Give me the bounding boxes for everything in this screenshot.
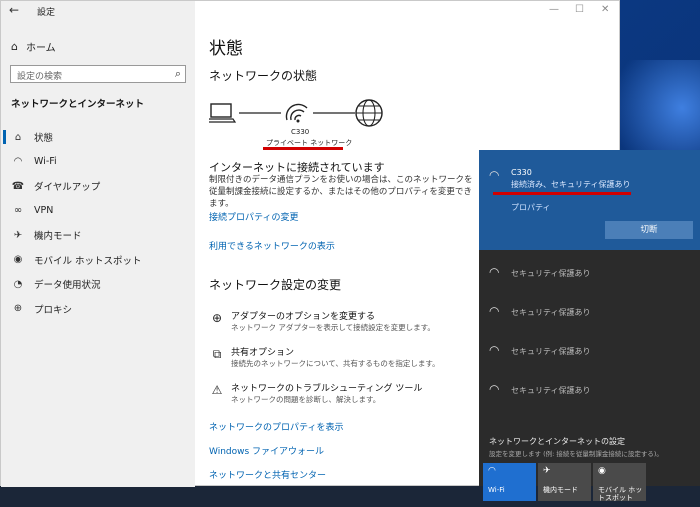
sidebar-item-proxy[interactable]: ⊕ プロキシ	[1, 299, 195, 319]
sidebar-item-wifi[interactable]: ◠ Wi-Fi	[1, 152, 195, 172]
network-ssid: C330	[291, 128, 310, 136]
vpn-icon: ∞	[13, 205, 23, 216]
network-list-item[interactable]: ◠ セキュリティ保護あり	[479, 332, 700, 370]
sidebar-item-label: ダイヤルアップ	[34, 182, 101, 193]
sidebar-item-hotspot[interactable]: ◉ モバイル ホットスポット	[1, 250, 195, 270]
data-usage-icon: ◔	[13, 278, 23, 290]
sidebar-item-label: プロキシ	[34, 304, 73, 316]
sidebar-item-status[interactable]: ⌂ 状態	[1, 127, 195, 147]
wifi-signal-icon: ◠	[489, 343, 500, 357]
airplane-icon: ✈	[543, 466, 551, 476]
dialup-icon: ☎	[11, 180, 25, 192]
network-sharing-center-link[interactable]: ネットワークと共有センター	[209, 468, 326, 481]
quick-action-label: 機内モード	[543, 486, 578, 494]
warning-icon: ⚠	[211, 383, 223, 397]
flyout-properties-link[interactable]: プロパティ	[511, 202, 551, 213]
network-option-title: アダプターのオプションを変更する	[231, 312, 376, 322]
search-icon[interactable]: ⌕	[175, 67, 181, 81]
home-icon: ⌂	[11, 40, 18, 53]
wifi-signal-icon: ◠	[489, 304, 500, 318]
network-list-item[interactable]: ◠ セキュリティ保護あり	[479, 254, 700, 292]
airplane-icon: ✈	[13, 229, 23, 241]
sidebar-item-label: データ使用状況	[34, 280, 101, 291]
network-settings-link[interactable]: ネットワークとインターネットの設定	[489, 436, 625, 447]
laptop-icon	[209, 103, 237, 123]
network-list-item[interactable]: ◠ セキュリティ保護あり	[479, 371, 700, 409]
proxy-icon: ⊕	[13, 303, 23, 314]
sidebar-item-label: VPN	[34, 205, 54, 216]
wifi-icon: ◠	[13, 156, 23, 167]
connected-state: 接続済み、セキュリティ保護あり	[511, 180, 631, 189]
network-option-title: ネットワークのトラブルシューティング ツール	[231, 384, 423, 394]
wifi-router-icon	[285, 103, 308, 123]
globe-icon	[355, 99, 383, 127]
quick-action-hotspot[interactable]: ◉ モバイル ホットスポット	[593, 463, 646, 502]
windows-firewall-link[interactable]: Windows ファイアウォール	[209, 444, 324, 457]
back-arrow-icon[interactable]: ←	[9, 3, 19, 17]
network-option-description: ネットワーク アダプターを表示して接続設定を変更します。	[231, 323, 435, 332]
network-list-item[interactable]: ◠ セキュリティ保護あり	[479, 293, 700, 331]
search-input[interactable]: 設定の検索 ⌕	[10, 65, 186, 83]
quick-action-airplane[interactable]: ✈ 機内モード	[538, 463, 591, 501]
sidebar-item-label: 機内モード	[34, 231, 82, 242]
hotspot-icon: ◉	[598, 466, 606, 476]
quick-action-wifi[interactable]: ◠ Wi-Fi	[483, 463, 536, 501]
wifi-signal-icon: ◠	[489, 265, 500, 279]
network-option[interactable]: ⚠ ネットワークのトラブルシューティング ツール ネットワークの問題を診断し、解決し…	[209, 381, 459, 411]
network-security-label: セキュリティ保護あり	[511, 386, 591, 395]
network-option-description: 接続先のネットワークについて、共有するものを指定します。	[231, 359, 440, 368]
network-security-label: セキュリティ保護あり	[511, 308, 591, 317]
hotspot-icon: ◉	[13, 254, 23, 265]
view-network-properties-link[interactable]: ネットワークのプロパティを表示	[209, 420, 343, 433]
adapter-icon: ⊕	[211, 311, 223, 325]
quick-action-label: Wi-Fi	[488, 486, 505, 494]
quick-action-label: モバイル ホットスポット	[598, 486, 643, 502]
network-security-label: セキュリティ保護あり	[511, 347, 591, 356]
search-placeholder: 設定の検索	[17, 72, 63, 82]
show-available-networks-link[interactable]: 利用できるネットワークの表示	[209, 239, 335, 252]
network-option-title: 共有オプション	[231, 348, 295, 358]
network-option-description: ネットワークの問題を診断し、解決します。	[231, 395, 381, 404]
connection-status-description: 制限付きのデータ通信プランをお使いの場合は、このネットワークを従量制課金接続に設…	[209, 175, 473, 209]
window-title: 設定	[37, 8, 56, 18]
home-label: ホーム	[25, 43, 56, 54]
home-nav[interactable]: ⌂ ホーム	[11, 39, 56, 54]
sidebar-item-label: モバイル ホットスポット	[34, 255, 142, 267]
flyout-highlight-underline	[493, 192, 631, 195]
wifi-icon: ◠	[488, 466, 496, 476]
sidebar-item-vpn[interactable]: ∞ VPN	[1, 201, 195, 221]
highlight-underline	[263, 147, 343, 150]
change-connection-properties-link[interactable]: 接続プロパティの変更	[209, 210, 298, 223]
sidebar-item-dialup[interactable]: ☎ ダイヤルアップ	[1, 176, 195, 196]
connected-ssid: C330	[511, 168, 532, 177]
connected-network-panel[interactable]: ◠ C330 接続済み、セキュリティ保護あり プロパティ 切断	[479, 150, 700, 250]
sidebar: ← 設定 ⌂ ホーム 設定の検索 ⌕ ネットワークとインターネット ⌂ 状態 ◠ Wi…	[1, 1, 195, 487]
sharing-icon: ⧉	[212, 347, 222, 361]
sidebar-item-label: 状態	[34, 133, 54, 144]
wifi-signal-icon: ◠	[489, 382, 500, 396]
network-settings-heading: ネットワーク設定の変更	[209, 278, 342, 292]
connection-status-title: インターネットに接続されています	[209, 161, 385, 174]
network-settings-description: 設定を変更します (例: 接続を従量制課金接続に設定する)。	[489, 450, 663, 458]
page-title: 状態	[209, 39, 243, 59]
sidebar-section-title: ネットワークとインターネット	[11, 99, 145, 110]
network-option[interactable]: ⧉ 共有オプション 接続先のネットワークについて、共有するものを指定します。	[209, 345, 459, 375]
sidebar-item-label: Wi-Fi	[34, 156, 57, 167]
sidebar-item-data-usage[interactable]: ◔ データ使用状況	[1, 274, 195, 294]
network-security-label: セキュリティ保護あり	[511, 269, 591, 278]
network-option[interactable]: ⊕ アダプターのオプションを変更する ネットワーク アダプターを表示して接続設定を変…	[209, 309, 459, 339]
disconnect-button[interactable]: 切断	[605, 221, 693, 239]
wifi-connected-icon: ◠	[489, 168, 500, 182]
status-icon: ⌂	[14, 131, 22, 143]
network-flyout: ◠ C330 接続済み、セキュリティ保護あり プロパティ 切断 ◠ セキュリティ保…	[479, 150, 700, 502]
network-status-heading: ネットワークの状態	[209, 69, 318, 83]
sidebar-item-airplane[interactable]: ✈ 機内モード	[1, 225, 195, 245]
